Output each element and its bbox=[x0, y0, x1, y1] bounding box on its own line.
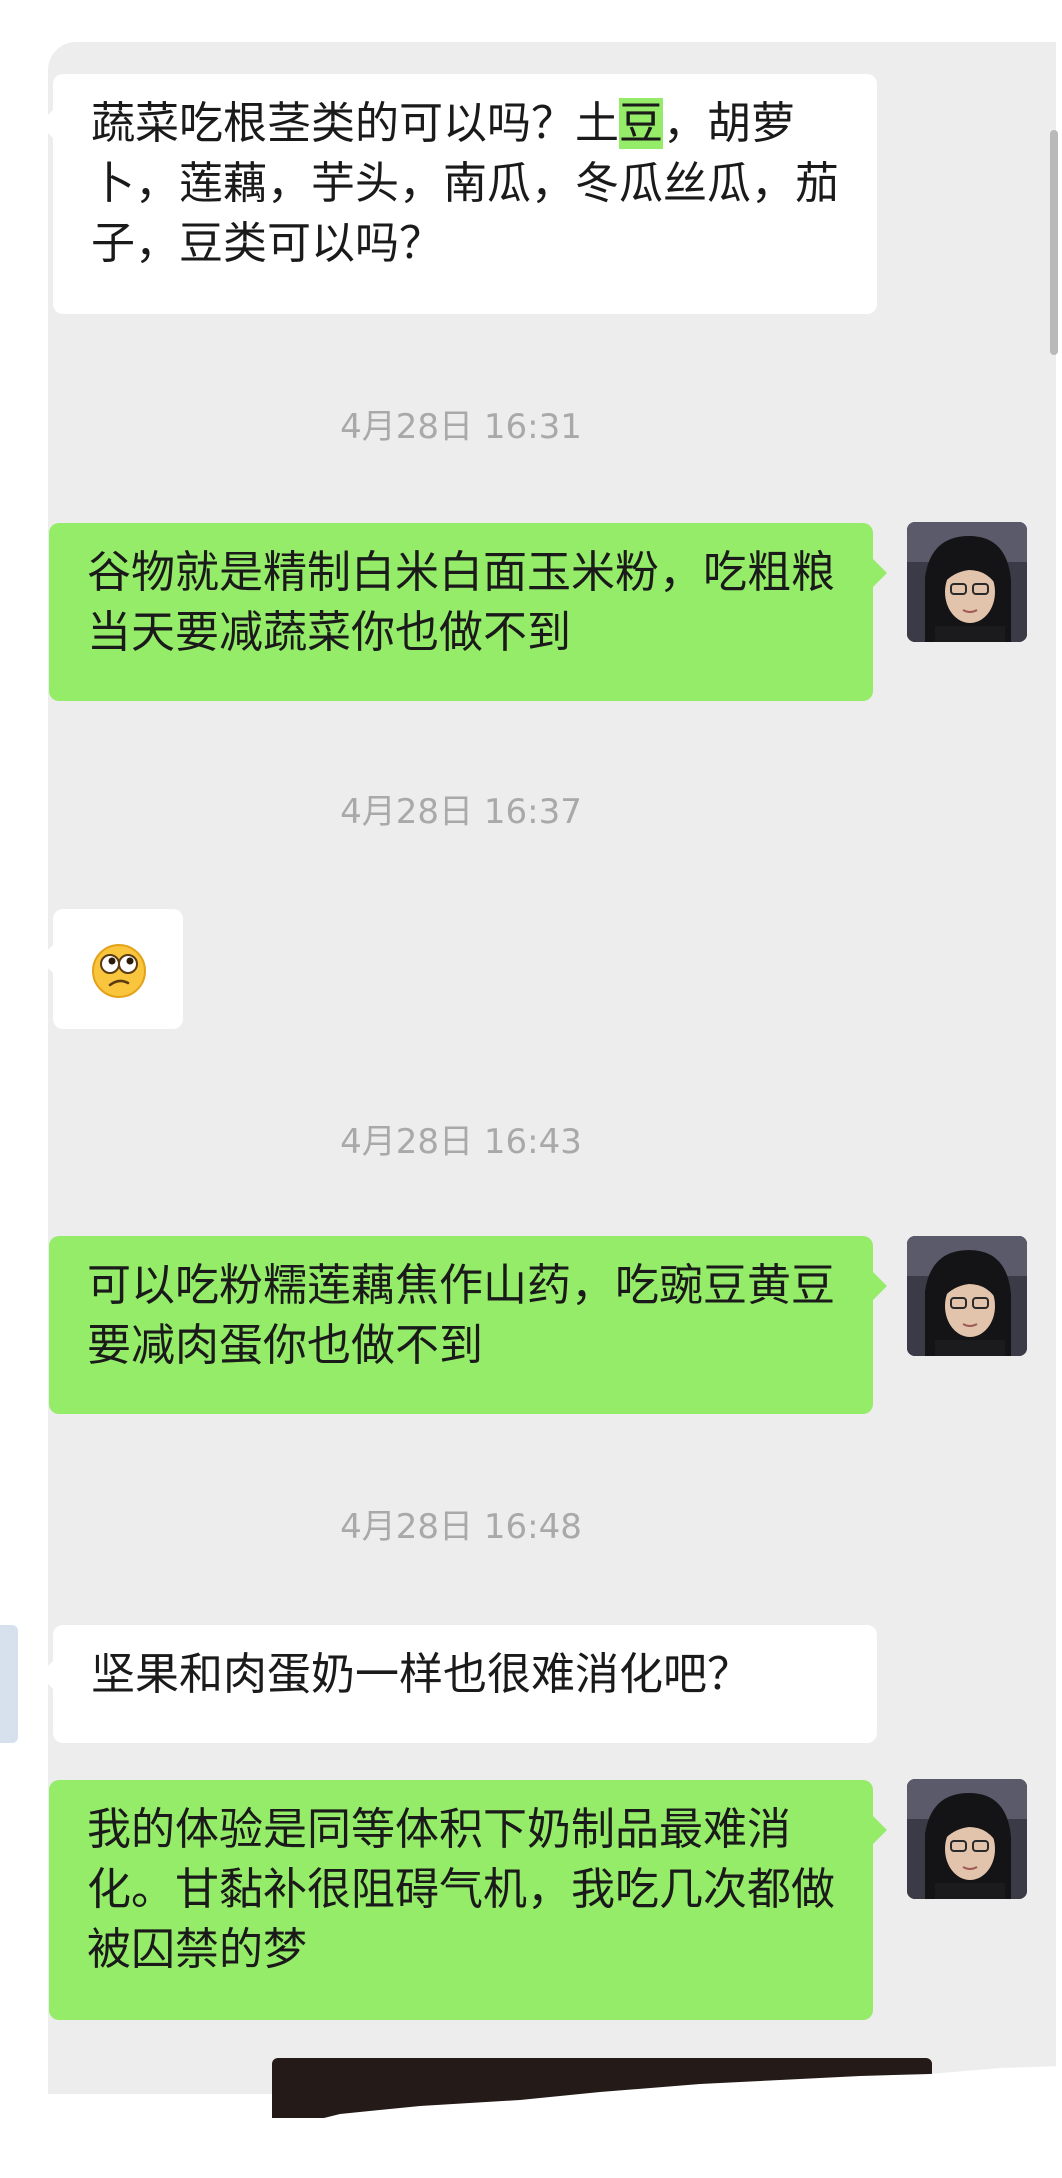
message-text: 我的体验是同等体积下奶制品最难消化。甘黏补很阻碍气机，我吃几次都做被囚禁的梦 bbox=[87, 1804, 835, 1975]
selected-text-highlight: 豆 bbox=[619, 98, 663, 149]
avatar-photo-icon bbox=[907, 522, 1027, 642]
timestamp: 4月28日 16:31 bbox=[340, 407, 582, 447]
scrollbar[interactable] bbox=[1050, 130, 1058, 355]
avatar-photo-icon bbox=[907, 1236, 1027, 1356]
outgoing-message-bubble[interactable]: 谷物就是精制白米白面玉米粉，吃粗粮当天要减蔬菜你也做不到 bbox=[49, 523, 887, 701]
torn-edge-decoration bbox=[0, 2066, 1062, 2178]
message-text: 蔬菜吃根茎类的可以吗？土 bbox=[91, 98, 619, 149]
avatar[interactable] bbox=[907, 1236, 1027, 1356]
incoming-message-bubble[interactable]: 蔬菜吃根茎类的可以吗？土豆，胡萝卜，莲藕，芋头，南瓜，冬瓜丝瓜，茄子，豆类可以吗… bbox=[39, 74, 877, 314]
avatar-photo-icon bbox=[907, 1779, 1027, 1899]
incoming-message-bubble[interactable]: 坚果和肉蛋奶一样也很难消化吧？ bbox=[39, 1625, 877, 1743]
avatar[interactable] bbox=[907, 1779, 1027, 1899]
avatar[interactable] bbox=[907, 522, 1027, 642]
message-text: 谷物就是精制白米白面玉米粉，吃粗粮当天要减蔬菜你也做不到 bbox=[87, 547, 835, 658]
timestamp: 4月28日 16:37 bbox=[340, 792, 582, 832]
message-text: 可以吃粉糯莲藕焦作山药，吃豌豆黄豆要减肉蛋你也做不到 bbox=[87, 1260, 835, 1371]
confused-face-icon bbox=[92, 944, 146, 998]
timestamp: 4月28日 16:43 bbox=[340, 1122, 582, 1162]
avatar[interactable] bbox=[0, 1625, 18, 1743]
outgoing-message-bubble[interactable]: 我的体验是同等体积下奶制品最难消化。甘黏补很阻碍气机，我吃几次都做被囚禁的梦 bbox=[49, 1780, 887, 2020]
message-text: 坚果和肉蛋奶一样也很难消化吧？ bbox=[91, 1649, 751, 1700]
incoming-message-bubble[interactable] bbox=[39, 909, 183, 1029]
timestamp: 4月28日 16:48 bbox=[340, 1507, 582, 1547]
outgoing-message-bubble[interactable]: 可以吃粉糯莲藕焦作山药，吃豌豆黄豆要减肉蛋你也做不到 bbox=[49, 1236, 887, 1414]
